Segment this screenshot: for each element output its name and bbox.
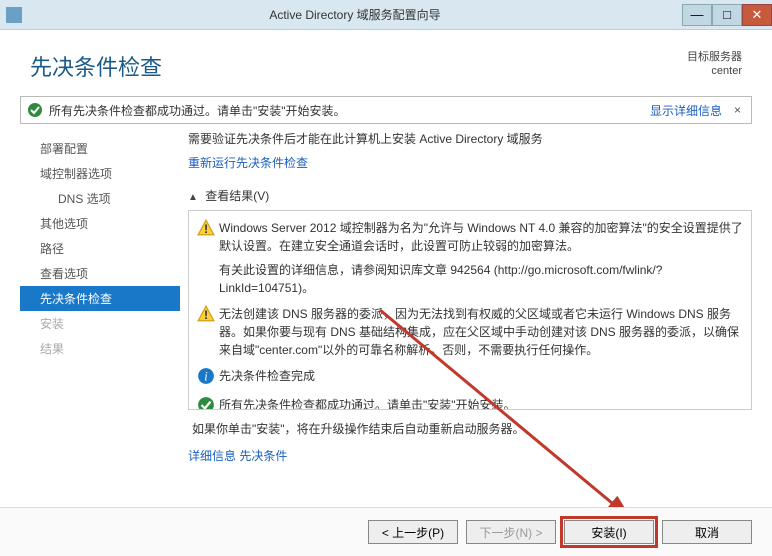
- app-icon: [6, 7, 22, 23]
- window-title: Active Directory 域服务配置向导: [28, 6, 682, 23]
- show-details-link[interactable]: 显示详细信息: [650, 102, 722, 119]
- target-label: 目标服务器: [687, 50, 742, 64]
- sidebar: 部署配置 域控制器选项 DNS 选项 其他选项 路径 查看选项 先决条件检查 安…: [20, 130, 180, 464]
- install-button[interactable]: 安装(I): [564, 520, 654, 544]
- rerun-check-link[interactable]: 重新运行先决条件检查: [188, 154, 308, 171]
- sidebar-item-path[interactable]: 路径: [20, 236, 180, 261]
- success-icon: [197, 396, 215, 410]
- chevron-down-icon: ▲: [188, 192, 198, 203]
- entry-text: Windows Server 2012 域控制器为名为"允许与 Windows …: [219, 219, 743, 255]
- result-entry: ! Windows Server 2012 域控制器为名为"允许与 Window…: [197, 219, 743, 297]
- sidebar-item-results: 结果: [20, 336, 180, 361]
- target-value: center: [687, 64, 742, 78]
- results-label: 查看结果(V): [205, 189, 269, 203]
- warning-icon: !: [197, 305, 215, 323]
- info-icon: i: [197, 367, 215, 385]
- result-entry: ! 无法创建该 DNS 服务器的委派，因为无法找到有权威的父区域或者它未运行 W…: [197, 305, 743, 359]
- page-title: 先决条件检查: [30, 50, 687, 82]
- restart-note: ! 如果你单击"安装"，将在升级操作结束后自动重新启动服务器。: [188, 420, 752, 437]
- warning-icon: !: [197, 219, 215, 237]
- entry-subtext: 有关此设置的详细信息，请参阅知识库文章 942564 (http://go.mi…: [219, 261, 743, 297]
- cancel-button[interactable]: 取消: [662, 520, 752, 544]
- more-info-link[interactable]: 详细信息 先决条件: [188, 447, 287, 464]
- status-message: 所有先决条件检查都成功通过。请单击"安装"开始安装。: [49, 102, 650, 119]
- dismiss-status-button[interactable]: ×: [730, 103, 745, 117]
- header: 先决条件检查 目标服务器 center: [0, 30, 772, 96]
- results-box[interactable]: ! Windows Server 2012 域控制器为名为"允许与 Window…: [188, 210, 752, 410]
- entry-text: 先决条件检查完成: [215, 367, 743, 388]
- next-button: 下一步(N) >: [466, 520, 556, 544]
- minimize-button[interactable]: —: [682, 4, 712, 26]
- entry-text: 所有先决条件检查都成功通过。请单击"安装"开始安装。: [215, 396, 743, 410]
- svg-text:!: !: [204, 308, 208, 322]
- entry-text: 无法创建该 DNS 服务器的委派，因为无法找到有权威的父区域或者它未运行 Win…: [215, 305, 743, 359]
- success-icon: [27, 102, 43, 118]
- results-header[interactable]: ▲ 查看结果(V): [188, 187, 752, 204]
- intro-text: 需要验证先决条件后才能在此计算机上安装 Active Directory 域服务: [188, 130, 752, 148]
- sidebar-item-install: 安装: [20, 311, 180, 336]
- svg-text:i: i: [204, 370, 208, 384]
- svg-text:!: !: [204, 222, 208, 236]
- sidebar-item-deploy[interactable]: 部署配置: [20, 136, 180, 161]
- target-server-box: 目标服务器 center: [687, 50, 742, 79]
- maximize-button[interactable]: □: [712, 4, 742, 26]
- close-button[interactable]: ✕: [742, 4, 772, 26]
- footer: < 上一步(P) 下一步(N) > 安装(I) 取消: [0, 507, 772, 556]
- sidebar-item-review[interactable]: 查看选项: [20, 261, 180, 286]
- restart-text: 如果你单击"安装"，将在升级操作结束后自动重新启动服务器。: [188, 420, 525, 437]
- sidebar-item-dns[interactable]: DNS 选项: [20, 186, 180, 211]
- result-entry: i 先决条件检查完成: [197, 367, 743, 388]
- prev-button[interactable]: < 上一步(P): [368, 520, 458, 544]
- sidebar-item-dc-options[interactable]: 域控制器选项: [20, 161, 180, 186]
- status-bar: 所有先决条件检查都成功通过。请单击"安装"开始安装。 显示详细信息 ×: [20, 96, 752, 124]
- sidebar-item-prereq[interactable]: 先决条件检查: [20, 286, 180, 311]
- main-content: 需要验证先决条件后才能在此计算机上安装 Active Directory 域服务…: [180, 130, 752, 464]
- result-entry: 所有先决条件检查都成功通过。请单击"安装"开始安装。: [197, 396, 743, 410]
- sidebar-item-other[interactable]: 其他选项: [20, 211, 180, 236]
- title-bar: Active Directory 域服务配置向导 — □ ✕: [0, 0, 772, 30]
